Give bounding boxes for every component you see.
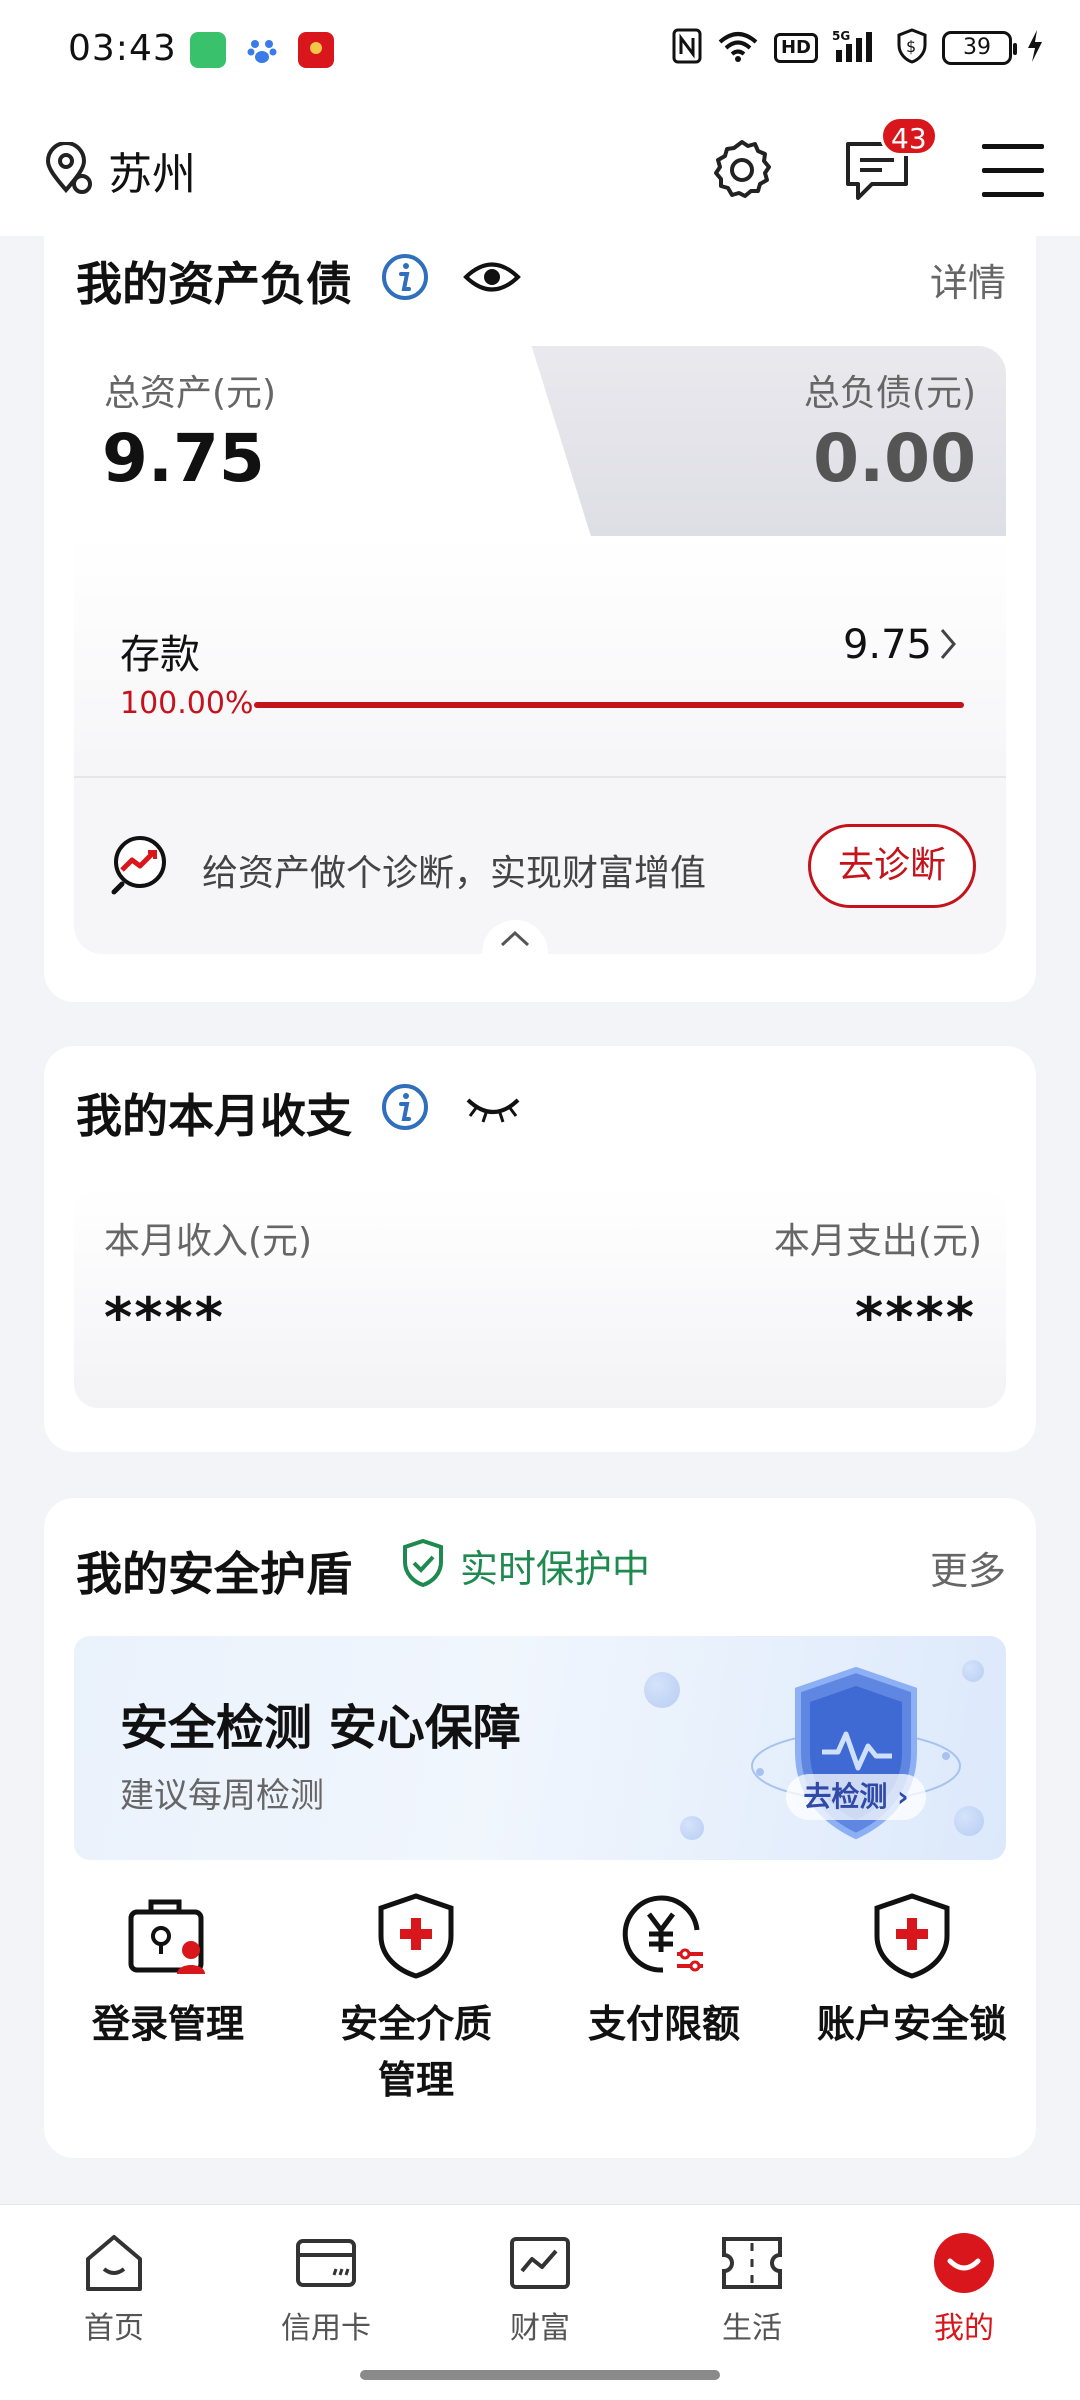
location-pin-icon[interactable] <box>42 141 96 196</box>
nav-label: 财富 <box>510 2311 570 2346</box>
diagnosis-text: 给资产做个诊断，实现财富增值 <box>202 853 707 894</box>
eye-visible-icon[interactable] <box>462 252 522 302</box>
security-status-icon: $ <box>896 28 928 68</box>
diagnosis-icon <box>108 830 178 900</box>
start-check-label: 去检测 <box>803 1780 888 1813</box>
app-notification-icon-green <box>190 32 226 68</box>
security-item-limit[interactable]: 支付限额 <box>540 1890 788 2108</box>
expense-value: **** <box>855 1286 976 1349</box>
home-icon <box>82 2231 146 2295</box>
assets-detail-link[interactable]: 详情 <box>930 252 1006 307</box>
signal-icon: 5G <box>832 28 882 68</box>
asset-summary-box: 总资产(元) 9.75 总负债(元) 0.00 存款 9.75 100.00% … <box>74 346 1006 954</box>
assets-card: 我的资产负债 详情 总资产(元) 9.75 总负债(元) 0.00 存款 9.7… <box>44 236 1036 1002</box>
protection-status: 实时保护中 <box>460 1547 651 1591</box>
deposit-progress-bar <box>254 702 964 708</box>
shield-check-icon <box>400 1538 446 1588</box>
chevron-right-icon[interactable] <box>936 624 960 674</box>
nav-home[interactable]: 首页 <box>44 2231 184 2347</box>
nav-label: 生活 <box>722 2311 782 2346</box>
security-shield-illustration-icon <box>746 1656 966 1856</box>
security-item-media[interactable]: 安全介质 管理 <box>292 1890 540 2108</box>
login-lock-icon <box>123 1890 213 1980</box>
banner-subtitle: 建议每周检测 <box>120 1776 324 1816</box>
total-assets-value: 9.75 <box>102 420 265 497</box>
nav-label: 我的 <box>934 2311 994 2346</box>
info-icon[interactable] <box>380 252 430 302</box>
security-actions-grid: 登录管理 安全介质 管理 支付限额 账户安全锁 <box>44 1890 1036 2108</box>
status-indicators: HD 5G $ 39 <box>672 28 1044 68</box>
total-liabilities-label: 总负债(元) <box>803 373 976 414</box>
status-time: 03:43 <box>68 28 177 69</box>
security-item-label: 支付限额 <box>587 2002 740 2046</box>
monthly-card: 我的本月收支 本月收入(元) **** 本月支出(元) **** <box>44 1046 1036 1452</box>
divider <box>74 776 1006 778</box>
nav-credit-card[interactable]: 信用卡 <box>256 2231 396 2347</box>
nav-label: 首页 <box>84 2311 144 2346</box>
total-liabilities-value: 0.00 <box>813 420 976 497</box>
deposit-percent: 100.00% <box>120 686 254 721</box>
income-label: 本月收入(元) <box>104 1221 313 1262</box>
battery-indicator: 39 <box>942 31 1017 65</box>
deposit-progress-fill <box>254 702 964 708</box>
app-notification-icon-paw <box>244 32 280 68</box>
assets-title: 我的资产负债 <box>76 257 352 311</box>
settings-gear-icon[interactable] <box>708 136 776 204</box>
deposit-label[interactable]: 存款 <box>120 622 200 680</box>
message-count-badge: 43 <box>880 116 938 156</box>
deposit-value[interactable]: 9.75 <box>843 622 932 668</box>
nav-wealth[interactable]: 财富 <box>470 2231 610 2347</box>
yen-limit-icon <box>619 1890 709 1980</box>
svg-text:$: $ <box>906 37 916 56</box>
nav-profile[interactable]: 我的 <box>894 2231 1034 2347</box>
decor-bubble <box>680 1816 704 1840</box>
start-check-button[interactable]: 去检测 › <box>786 1774 926 1820</box>
nav-life[interactable]: 生活 <box>682 2231 822 2347</box>
svg-text:5G: 5G <box>832 29 850 43</box>
banner-title: 安全检测 安心保障 <box>120 1700 521 1756</box>
income-value: **** <box>104 1286 225 1349</box>
security-title: 我的安全护盾 <box>76 1547 352 1601</box>
shield-lock-icon <box>867 1890 957 1980</box>
monthly-summary-box[interactable]: 本月收入(元) **** 本月支出(元) **** <box>74 1186 1006 1408</box>
ticket-icon <box>720 2231 784 2295</box>
security-more-link[interactable]: 更多 <box>930 1540 1006 1595</box>
wifi-icon <box>716 28 760 68</box>
decor-bubble <box>644 1672 680 1708</box>
credit-card-icon <box>294 2231 358 2295</box>
app-notification-icon-red <box>298 32 334 68</box>
status-bar: 03:43 HD 5G $ 39 <box>0 0 1080 100</box>
security-item-label: 安全介质 管理 <box>339 2002 492 2102</box>
security-item-login[interactable]: 登录管理 <box>44 1890 292 2108</box>
security-card: 我的安全护盾 实时保护中 更多 安全检测 安心保障 建议每周检测 去检测 › 登… <box>44 1498 1036 2158</box>
security-check-banner[interactable]: 安全检测 安心保障 建议每周检测 去检测 › <box>74 1636 1006 1860</box>
monthly-title: 我的本月收支 <box>76 1089 352 1143</box>
info-icon[interactable] <box>380 1082 430 1132</box>
city-selector[interactable]: 苏州 <box>108 138 196 202</box>
expense-label: 本月支出(元) <box>773 1221 982 1262</box>
diagnose-button[interactable]: 去诊断 <box>808 824 976 908</box>
charging-icon <box>1026 28 1044 68</box>
menu-hamburger-icon[interactable] <box>982 144 1044 198</box>
nfc-icon <box>672 28 702 68</box>
security-item-lock[interactable]: 账户安全锁 <box>788 1890 1036 2108</box>
eye-closed-icon[interactable] <box>462 1082 524 1132</box>
top-app-bar: 苏州 43 <box>0 100 1080 236</box>
security-item-label: 登录管理 <box>91 2002 244 2046</box>
security-item-label: 账户安全锁 <box>816 2002 1007 2046</box>
shield-plus-icon <box>371 1890 461 1980</box>
hd-badge: HD <box>773 33 818 63</box>
nav-label: 信用卡 <box>281 2311 371 2346</box>
home-indicator[interactable] <box>360 2370 720 2380</box>
total-assets-label: 总资产(元) <box>104 373 277 414</box>
profile-icon <box>932 2231 996 2295</box>
wealth-chart-icon <box>508 2231 572 2295</box>
